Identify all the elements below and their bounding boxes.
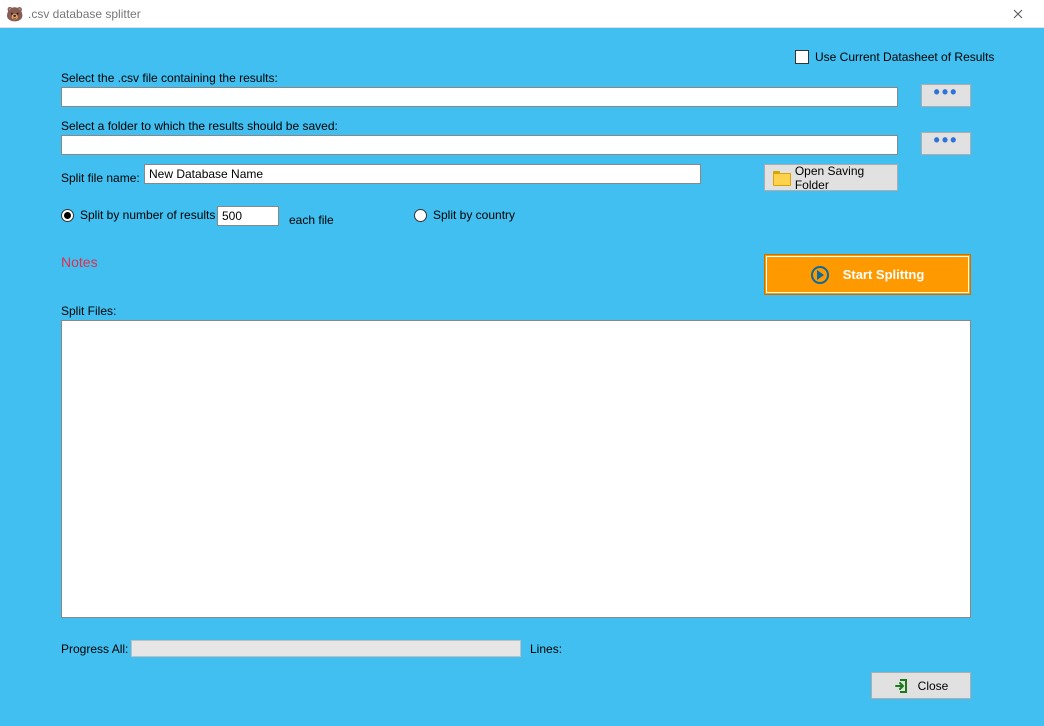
app-icon: 🐻 [6,6,22,22]
split-files-label: Split Files: [61,304,116,318]
split-by-country-label: Split by country [433,208,515,222]
split-by-country-radio-row: Split by country [414,208,515,222]
folder-path-input[interactable] [61,135,898,155]
progress-all-label: Progress All: [61,642,128,656]
select-csv-label: Select the .csv file containing the resu… [61,71,278,85]
window-title: .csv database splitter [28,7,998,21]
close-button[interactable]: Close [871,672,971,699]
progress-bar [131,640,521,657]
split-file-name-input[interactable] [144,164,701,184]
open-saving-folder-label: Open Saving Folder [795,164,887,192]
folder-icon [773,171,787,184]
split-by-number-label: Split by number of results [80,208,215,222]
csv-path-input[interactable] [61,87,898,107]
close-icon [1013,9,1023,19]
split-by-number-radio-row: Split by number of results [61,208,215,222]
window-close-button[interactable] [998,0,1038,28]
open-saving-folder-button[interactable]: Open Saving Folder [764,164,898,191]
start-splitting-label: Start Splittng [843,267,925,282]
radio-dot [64,212,71,219]
use-current-datasheet-row: Use Current Datasheet of Results [795,50,994,64]
exit-icon [894,678,910,694]
ellipsis-icon: ••• [934,130,959,151]
play-icon [811,266,829,284]
browse-csv-button[interactable]: ••• [921,84,971,107]
each-file-label: each file [289,213,334,227]
split-files-listbox[interactable] [61,320,971,618]
number-of-results-input[interactable] [217,206,279,226]
split-by-number-radio[interactable] [61,209,74,222]
use-current-datasheet-label: Use Current Datasheet of Results [815,50,994,64]
browse-folder-button[interactable]: ••• [921,132,971,155]
client-area: Use Current Datasheet of Results Select … [0,28,1044,726]
titlebar: 🐻 .csv database splitter [0,0,1044,28]
select-folder-label: Select a folder to which the results sho… [61,119,338,133]
notes-link[interactable]: Notes [61,254,98,270]
use-current-datasheet-checkbox[interactable] [795,50,809,64]
start-splitting-button[interactable]: Start Splittng [764,254,971,295]
split-file-name-label: Split file name: [61,171,140,185]
ellipsis-icon: ••• [934,82,959,103]
lines-label: Lines: [530,642,562,656]
split-by-country-radio[interactable] [414,209,427,222]
close-button-label: Close [918,679,949,693]
